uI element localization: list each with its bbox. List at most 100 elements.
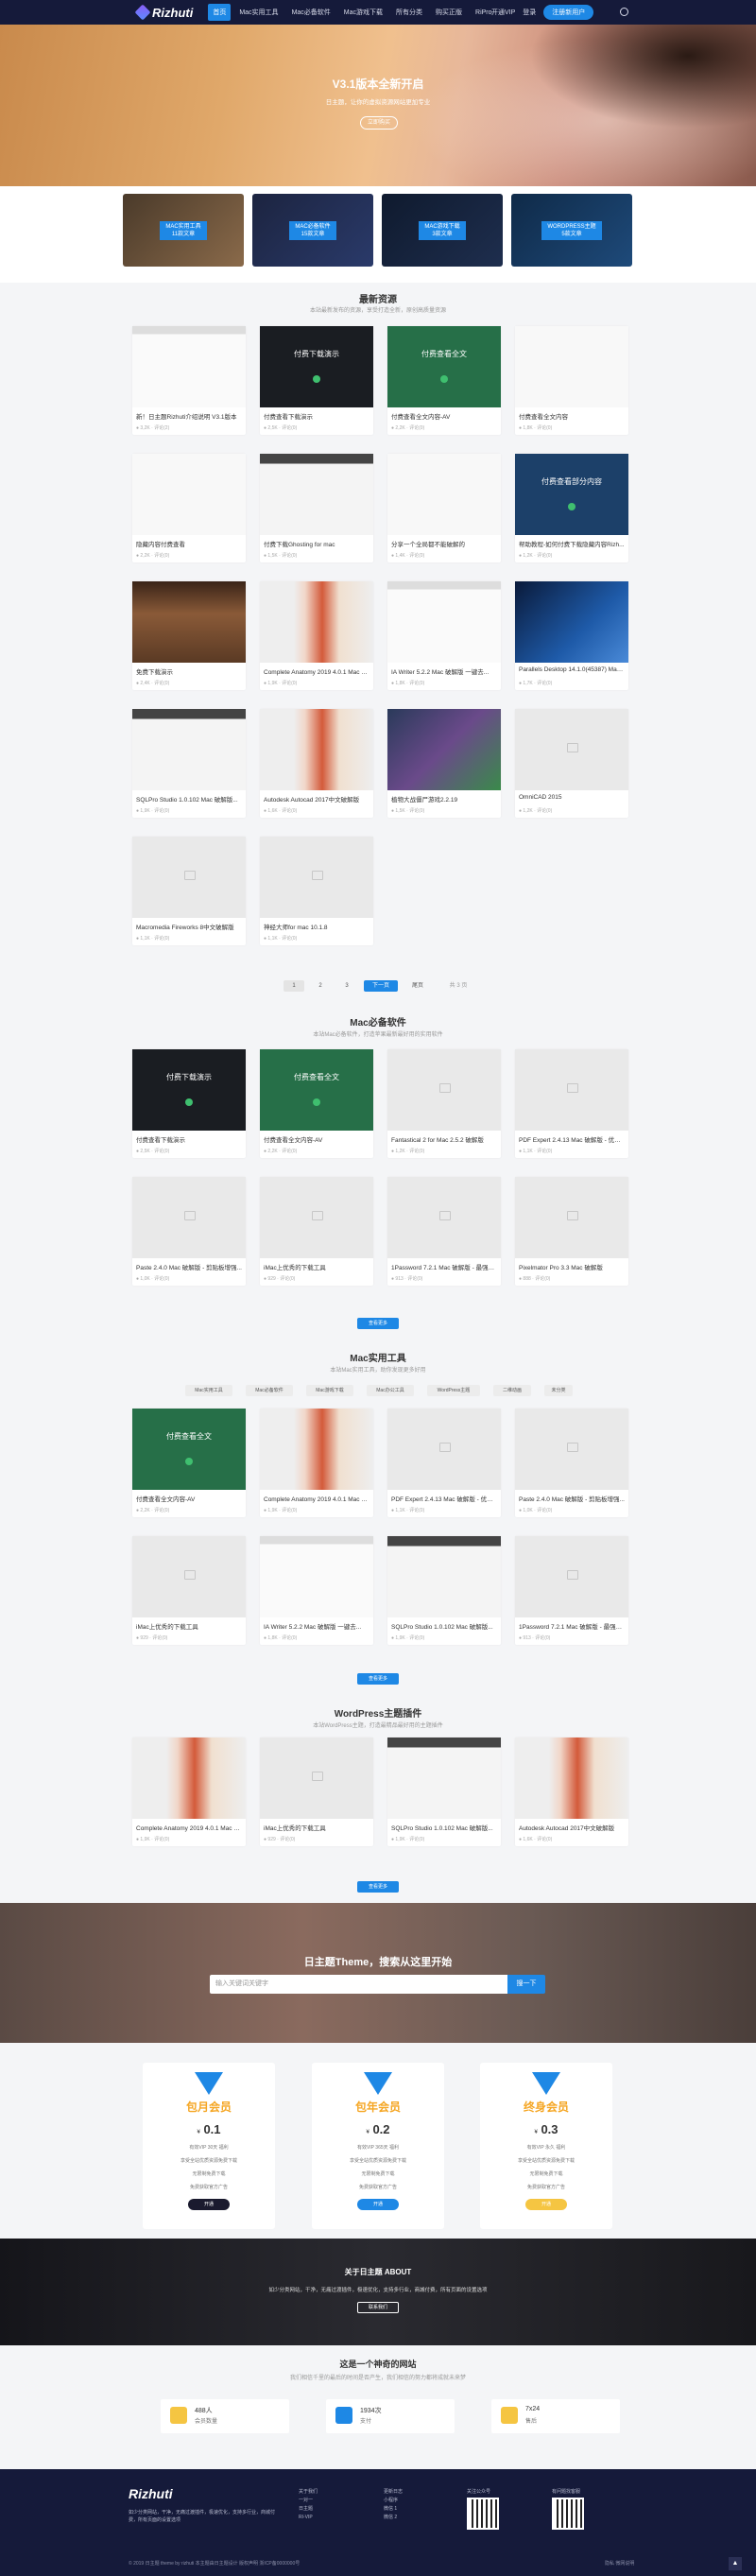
search-input[interactable]: 输入关键词关键字 <box>210 1975 507 1994</box>
card-title[interactable]: PDF Expert 2.4.13 Mac 破解版 - 优秀的... <box>515 1131 628 1148</box>
card-thumbnail[interactable] <box>387 581 501 663</box>
resource-card[interactable]: 付费下载演示 付费查看下载演示 ● 2,5K · 评论(0) <box>260 326 373 435</box>
tab-mac-office[interactable]: Mac办公工具 <box>367 1385 414 1396</box>
resource-card[interactable]: SQLPro Studio 1.0.102 Mac 破解版... ● 1,9K ·… <box>387 1536 501 1645</box>
nav-buy[interactable]: 购买正版 <box>431 4 467 21</box>
card-title[interactable]: 付费下载Ghosting for mac <box>260 535 373 552</box>
resource-card[interactable]: 植物大战僵尸游戏2.2.19 ● 1,5K · 评论(0) <box>387 709 501 818</box>
resource-card[interactable]: iMac上优秀的下载工具 ● 929 · 评论(0) <box>132 1536 246 1645</box>
next-page[interactable]: 下一页 <box>364 980 398 992</box>
resource-card[interactable]: 新！日主题Rizhuti介绍说明 V3.1版本 ● 3,2K · 评论(2) <box>132 326 246 435</box>
card-thumbnail[interactable] <box>260 1409 373 1490</box>
vip-link[interactable]: 开通VIP <box>491 8 515 17</box>
card-title[interactable]: 帮助教程-如何付费下载隐藏内容Rizh... <box>515 535 628 552</box>
resource-card[interactable]: Autodesk Autocad 2017中文破解版 ● 1,6K · 评论(0) <box>260 709 373 818</box>
card-title[interactable]: 新！日主题Rizhuti介绍说明 V3.1版本 <box>132 407 246 424</box>
footer-logo[interactable]: Rizhuti <box>129 2486 173 2501</box>
resource-card[interactable]: 分享一个全局都不能破解的 ● 1,4K · 评论(0) <box>387 454 501 562</box>
card-thumbnail[interactable]: 付费查看全文 <box>387 326 501 407</box>
nav-all-categories[interactable]: 所有分类 <box>391 4 427 21</box>
vip-buy-button[interactable]: 开通 <box>525 2199 567 2210</box>
card-thumbnail[interactable] <box>260 1738 373 1819</box>
card-title[interactable]: iMac上优秀的下载工具 <box>260 1258 373 1275</box>
card-title[interactable]: 1Password 7.2.1 Mac 破解版 - 最强大... <box>515 1617 628 1634</box>
card-thumbnail[interactable] <box>260 709 373 790</box>
card-title[interactable]: Complete Anatomy 2019 4.0.1 Mac 破... <box>260 1490 373 1507</box>
card-thumbnail[interactable] <box>132 581 246 663</box>
resource-card[interactable]: Complete Anatomy 2019 4.0.1 Mac 破... ● 1,… <box>132 1738 246 1846</box>
card-thumbnail[interactable] <box>387 1177 501 1258</box>
resource-card[interactable]: Parallels Desktop 14.1.0(45387) Mac... ● … <box>515 581 628 690</box>
contact-button[interactable]: 联系我们 <box>357 2302 399 2313</box>
card-thumbnail[interactable] <box>132 1738 246 1819</box>
tab-uncategorized[interactable]: 未分类 <box>544 1385 573 1396</box>
card-title[interactable]: 付费查看全文内容-AV <box>387 407 501 424</box>
card-title[interactable]: PDF Expert 2.4.13 Mac 破解版 - 优秀的... <box>387 1490 501 1507</box>
card-thumbnail[interactable] <box>387 1049 501 1131</box>
card-title[interactable]: Autodesk Autocad 2017中文破解版 <box>515 1819 628 1836</box>
card-thumbnail[interactable] <box>387 1536 501 1617</box>
card-title[interactable]: 1Password 7.2.1 Mac 破解版 - 最强大... <box>387 1258 501 1275</box>
card-title[interactable]: SQLPro Studio 1.0.102 Mac 破解版... <box>387 1617 501 1634</box>
card-thumbnail[interactable] <box>260 1177 373 1258</box>
resource-card[interactable]: 付费查看全文 付费查看全文内容-AV ● 2,2K · 评论(0) <box>260 1049 373 1158</box>
card-title[interactable]: iMac上优秀的下载工具 <box>260 1819 373 1836</box>
card-title[interactable]: Parallels Desktop 14.1.0(45387) Mac... <box>515 663 628 680</box>
resource-card[interactable]: 付费查看全文 付费查看全文内容-AV ● 2,2K · 评论(0) <box>132 1409 246 1517</box>
resource-card[interactable]: SQLPro Studio 1.0.102 Mac 破解版... ● 1,9K ·… <box>387 1738 501 1846</box>
tab-mac-games[interactable]: Mac游戏下载 <box>306 1385 353 1396</box>
card-title[interactable]: 免费下载演示 <box>132 663 246 680</box>
card-title[interactable]: 付费查看下载演示 <box>260 407 373 424</box>
resource-card[interactable]: 隐藏内容付费查看 ● 2,2K · 评论(0) <box>132 454 246 562</box>
tab-mac-software[interactable]: Mac必备软件 <box>246 1385 293 1396</box>
card-thumbnail[interactable]: 付费查看全文 <box>132 1409 246 1490</box>
page-3[interactable]: 3 <box>336 980 357 992</box>
back-to-top-icon[interactable]: ▲ <box>729 2557 742 2570</box>
card-thumbnail[interactable] <box>260 1536 373 1617</box>
card-thumbnail[interactable] <box>132 1177 246 1258</box>
card-title[interactable]: IA Writer 5.2.2 Mac 破解版 一键去... <box>387 663 501 680</box>
card-thumbnail[interactable] <box>132 1536 246 1617</box>
last-page[interactable]: 尾页 <box>404 980 431 992</box>
site-logo[interactable]: Rizhuti <box>134 4 193 21</box>
nav-mac-software[interactable]: Mac必备软件 <box>287 4 335 21</box>
card-thumbnail[interactable] <box>515 326 628 407</box>
card-title[interactable]: IA Writer 5.2.2 Mac 破解版 一键去... <box>260 1617 373 1634</box>
card-title[interactable]: 隐藏内容付费查看 <box>132 535 246 552</box>
vip-buy-button[interactable]: 开通 <box>357 2199 399 2210</box>
resource-card[interactable]: Complete Anatomy 2019 4.0.1 Mac 破... ● 1,… <box>260 581 373 690</box>
hero-button[interactable]: 立即购买 <box>360 116 398 130</box>
card-thumbnail[interactable] <box>515 581 628 663</box>
card-thumbnail[interactable] <box>515 709 628 790</box>
category-card-mac-tools[interactable]: MAC实用工具 11款文章 <box>123 194 244 267</box>
card-title[interactable]: SQLPro Studio 1.0.102 Mac 破解版... <box>132 790 246 807</box>
resource-card[interactable]: 1Password 7.2.1 Mac 破解版 - 最强大... ● 913 · … <box>387 1177 501 1286</box>
resource-card[interactable]: 付费下载Ghosting for mac ● 1,5K · 评论(0) <box>260 454 373 562</box>
card-thumbnail[interactable] <box>132 837 246 918</box>
card-thumbnail[interactable] <box>387 1738 501 1819</box>
resource-card[interactable]: IA Writer 5.2.2 Mac 破解版 一键去... ● 1,8K · 评… <box>387 581 501 690</box>
resource-card[interactable]: 神经大师for mac 10.1.8 ● 1,1K · 评论(0) <box>260 837 373 945</box>
card-thumbnail[interactable] <box>132 709 246 790</box>
resource-card[interactable]: OmniCAD 2015 ● 1,2K · 评论(0) <box>515 709 628 818</box>
category-card-wordpress[interactable]: WORDPRESS主题 5款文章 <box>511 194 632 267</box>
card-title[interactable]: Paste 2.4.0 Mac 破解版 - 剪贴板增强... <box>515 1490 628 1507</box>
resource-card[interactable]: SQLPro Studio 1.0.102 Mac 破解版... ● 1,9K ·… <box>132 709 246 818</box>
card-title[interactable]: 分享一个全局都不能破解的 <box>387 535 501 552</box>
sec2-more-button[interactable]: 查看更多 <box>357 1318 399 1329</box>
card-thumbnail[interactable]: 付费下载演示 <box>260 326 373 407</box>
resource-card[interactable]: 免费下载演示 ● 2,4K · 评论(0) <box>132 581 246 690</box>
resource-card[interactable]: Macromedia Fireworks 8中文破解版 ● 1,1K · 评论(0… <box>132 837 246 945</box>
page-1[interactable]: 1 <box>284 980 304 992</box>
resource-card[interactable]: 付费查看全文内容 ● 1,8K · 评论(0) <box>515 326 628 435</box>
card-thumbnail[interactable] <box>515 1738 628 1819</box>
resource-card[interactable]: 付费查看部分内容 帮助教程-如何付费下载隐藏内容Rizh... ● 1,2K · 评… <box>515 454 628 562</box>
card-title[interactable]: Complete Anatomy 2019 4.0.1 Mac 破... <box>260 663 373 680</box>
resource-card[interactable]: IA Writer 5.2.2 Mac 破解版 一键去... ● 1,8K · 评… <box>260 1536 373 1645</box>
card-title[interactable]: 付费查看全文内容-AV <box>260 1131 373 1148</box>
card-thumbnail[interactable] <box>515 1049 628 1131</box>
tab-wordpress[interactable]: WordPress主题 <box>427 1385 480 1396</box>
search-icon[interactable] <box>620 8 628 16</box>
tab-mac-tools[interactable]: Mac实用工具 <box>185 1385 232 1396</box>
category-card-mac-software[interactable]: MAC必备软件 15款文章 <box>252 194 373 267</box>
